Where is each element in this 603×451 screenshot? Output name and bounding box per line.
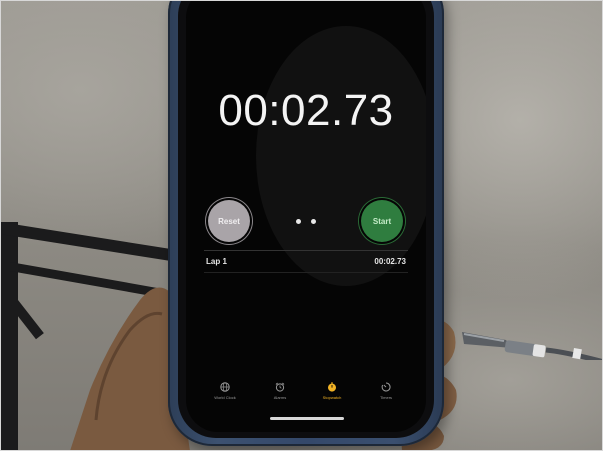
photo-scene: 00:02.73 Reset Start Lap 1 00:02.73 Worl…: [0, 0, 603, 451]
tab-timers[interactable]: Timers: [361, 382, 411, 400]
globe-icon: [220, 382, 230, 392]
lap-label: Lap 1: [206, 256, 227, 266]
stopwatch-time: 00:02.73: [218, 86, 394, 135]
lap-divider: [204, 250, 408, 251]
tab-stopwatch[interactable]: Stopwatch: [307, 382, 357, 400]
tab-world-clock[interactable]: World Clock: [200, 382, 250, 400]
page-dot: [296, 219, 301, 224]
tab-label: World Clock: [214, 395, 236, 400]
lap-row: Lap 1 00:02.73: [206, 254, 406, 268]
metal-stand-post: [0, 222, 18, 451]
page-indicator: [296, 219, 316, 225]
tab-label: Timers: [379, 395, 393, 400]
stopwatch-icon: [328, 382, 336, 392]
phone-screen: 00:02.73 Reset Start Lap 1 00:02.73 Worl…: [186, 0, 426, 432]
lap-time: 00:02.73: [374, 256, 406, 266]
page-dot: [311, 219, 316, 224]
home-indicator[interactable]: [270, 417, 344, 420]
tab-alarms[interactable]: Alarms: [255, 382, 305, 400]
tab-bar: World Clock Alarms Stopwatch Timers: [186, 382, 426, 412]
tab-label: Stopwatch: [322, 395, 342, 400]
lap-divider: [204, 272, 408, 273]
metal-stand-rail-top: [0, 222, 170, 261]
start-button[interactable]: Start: [361, 200, 403, 242]
tab-label: Alarms: [273, 395, 287, 400]
reset-button[interactable]: Reset: [208, 200, 250, 242]
screen-reflection: [256, 26, 426, 286]
timer-icon: [381, 382, 391, 392]
alarm-clock-icon: [275, 382, 285, 392]
